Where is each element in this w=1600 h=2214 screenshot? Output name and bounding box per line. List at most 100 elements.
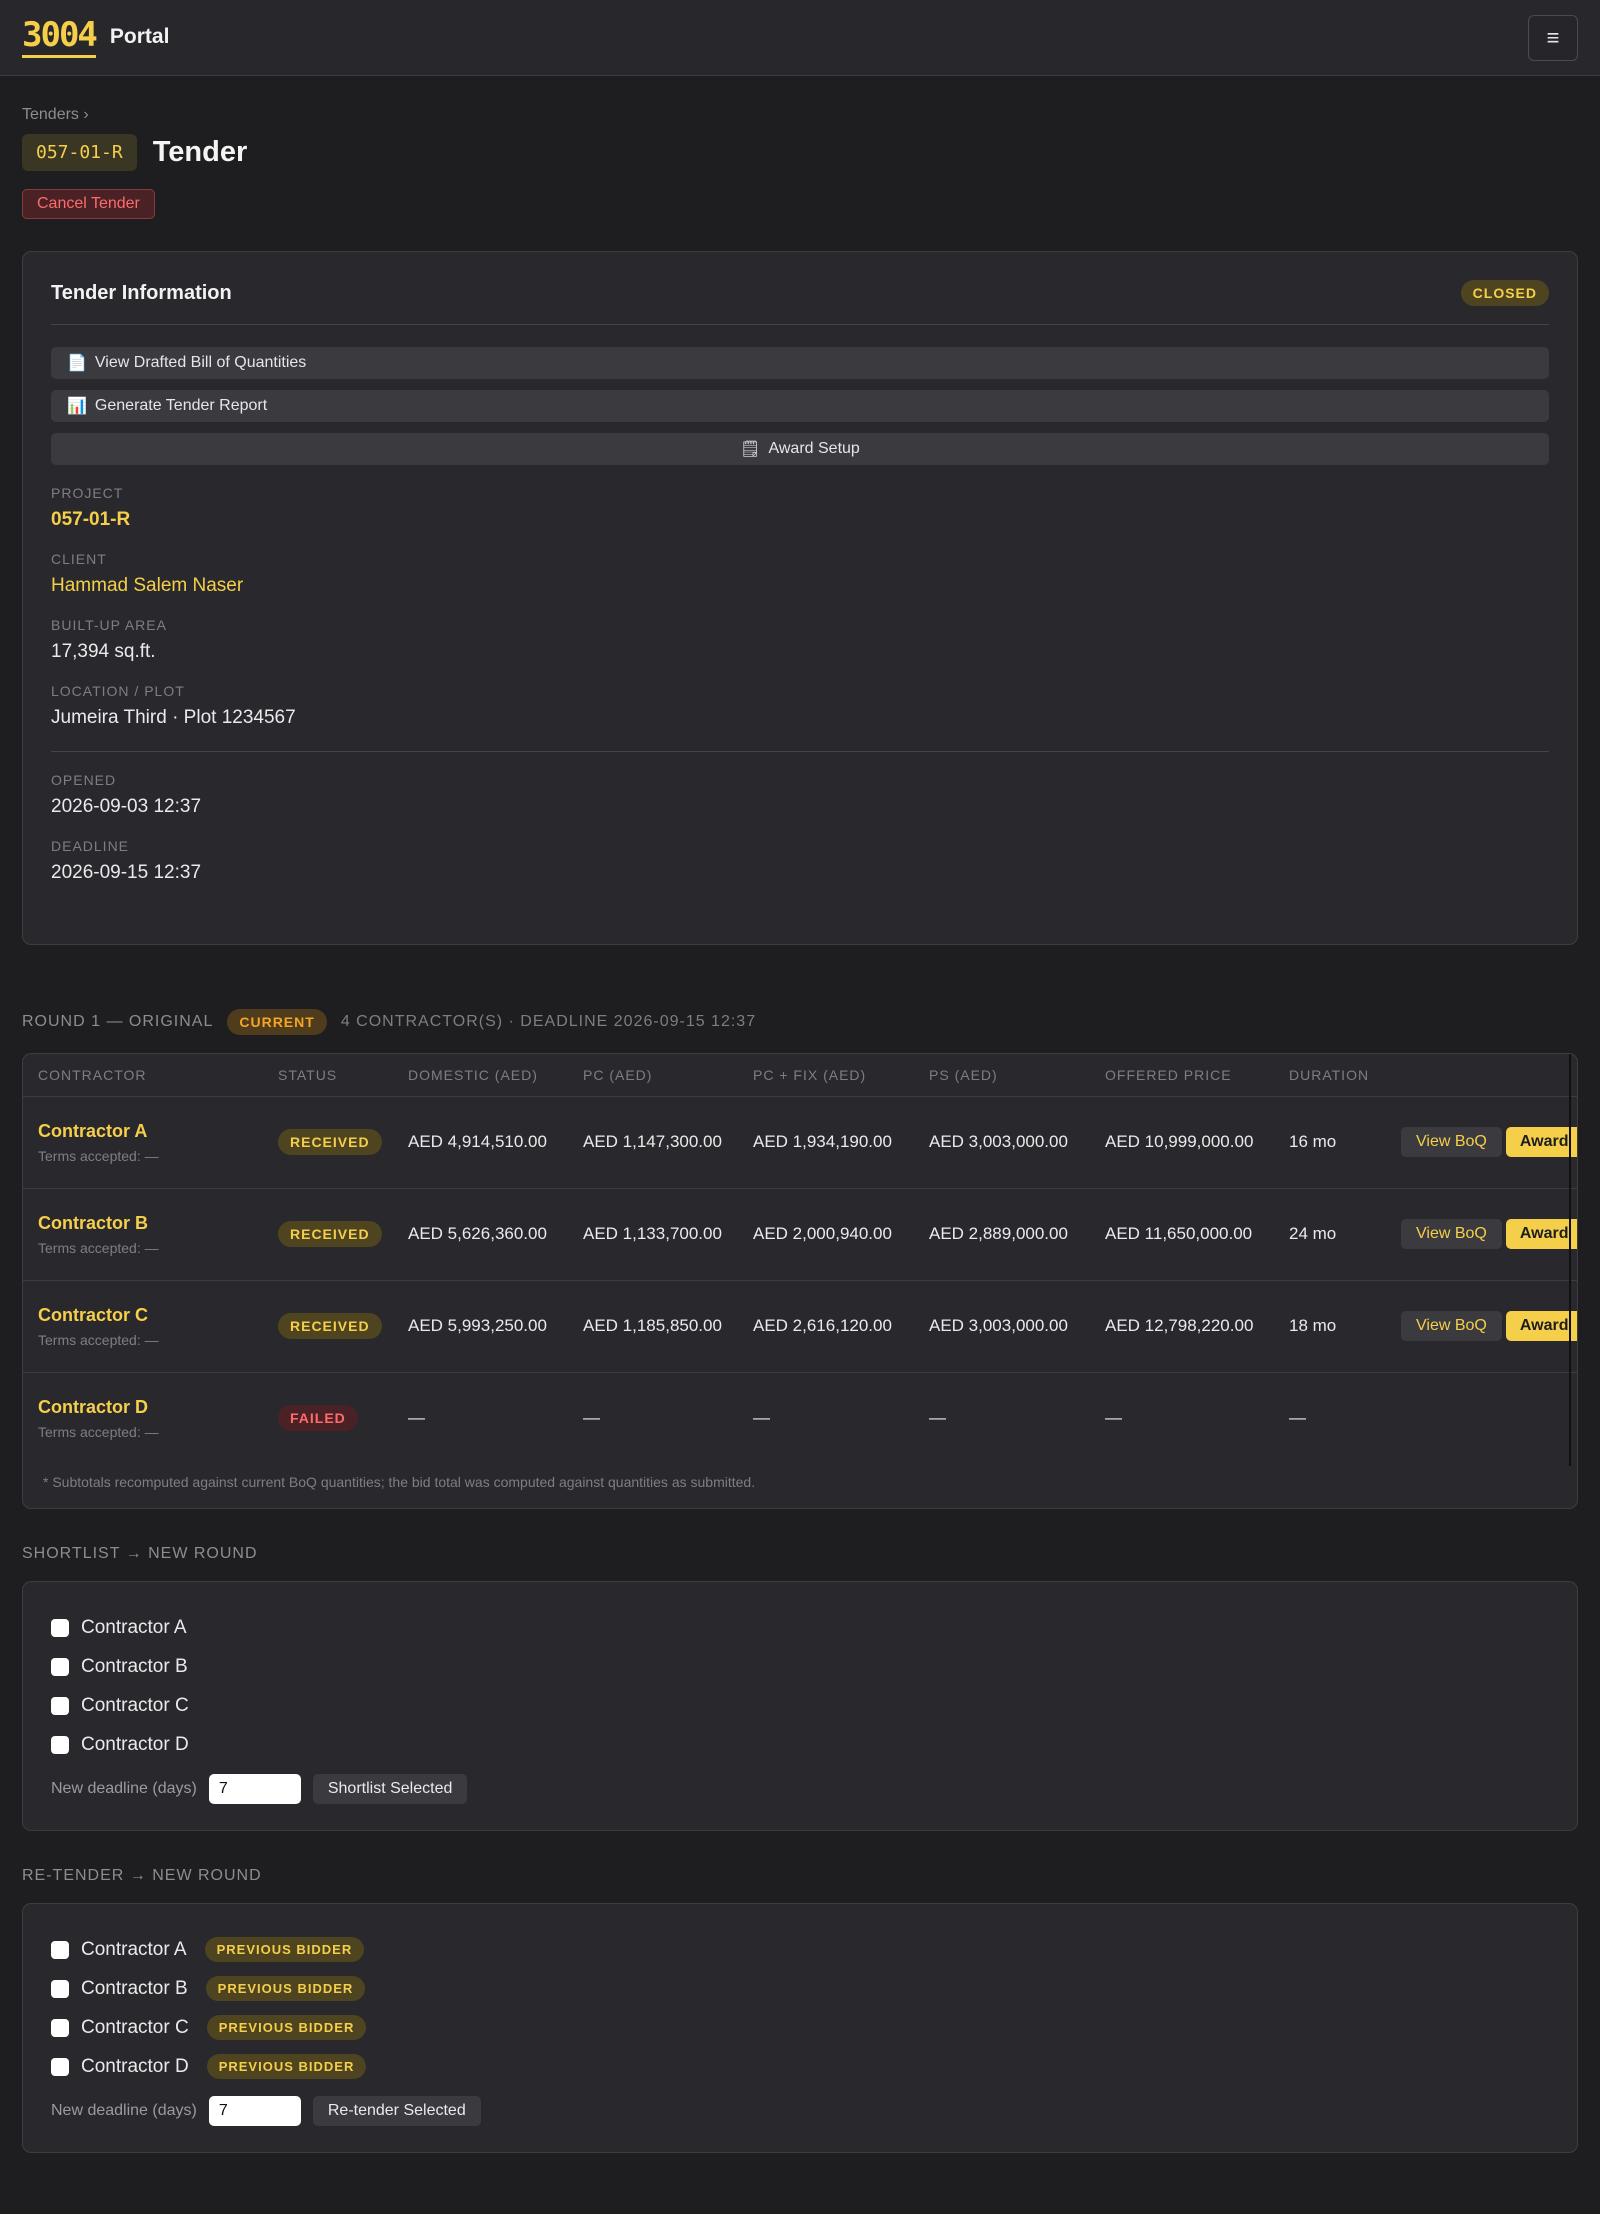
checkbox[interactable]: [51, 1696, 69, 1715]
round-meta: 4 CONTRACTOR(S) · DEADLINE 2026-09-15 12…: [340, 1013, 757, 1030]
bids-table-card: CONTRACTOR STATUS DOMESTIC (AED) PC (AED…: [22, 1053, 1578, 1509]
award-button[interactable]: Award: [1505, 1127, 1577, 1157]
checkbox[interactable]: [51, 2018, 69, 2037]
col-ps: PS (AED): [914, 1054, 1090, 1097]
checkbox[interactable]: [51, 1979, 69, 1998]
table-row: Contractor A Terms accepted: — RECEIVED A…: [23, 1096, 1577, 1189]
view-boq-button[interactable]: View BoQ: [1401, 1127, 1502, 1157]
tender-code: 057-01-R: [22, 134, 137, 171]
cancel-tender-button[interactable]: Cancel Tender: [22, 189, 155, 219]
checkbox[interactable]: [51, 1940, 69, 1959]
top-bar: 3004 Portal ≡: [0, 0, 1600, 76]
menu-button[interactable]: ≡: [1528, 14, 1578, 61]
col-pc: PC (AED): [568, 1054, 738, 1097]
deadline-days-input[interactable]: 7: [208, 1774, 301, 1804]
contractor-name[interactable]: Contractor A: [38, 1121, 263, 1142]
contractor-name[interactable]: Contractor C: [38, 1305, 263, 1326]
opened-label: OPENED: [51, 772, 117, 788]
current-badge: CURRENT: [227, 1009, 327, 1035]
shortlist-option[interactable]: Contractor D: [51, 1725, 1549, 1764]
offered-cell: —: [1105, 1408, 1122, 1428]
option-label: Contractor C: [81, 1694, 189, 1716]
col-domestic: DOMESTIC (AED): [393, 1054, 568, 1097]
shortlist-option[interactable]: Contractor A: [51, 1608, 1549, 1647]
action-label: Generate Tender Report: [94, 397, 268, 414]
option-label: Contractor D: [81, 1733, 189, 1755]
tender-information-card: Tender Information CLOSED 📄 View Drafted…: [22, 251, 1578, 945]
domestic-cell: AED 5,626,360.00: [393, 1188, 568, 1281]
retender-option[interactable]: Contractor A PREVIOUS BIDDER: [51, 1930, 1549, 1969]
pc-fix-cell: AED 1,934,190.00: [738, 1096, 914, 1189]
brand[interactable]: 3004 Portal: [22, 16, 169, 58]
shortlist-option[interactable]: Contractor C: [51, 1686, 1549, 1725]
duration-cell: 18 mo: [1274, 1280, 1386, 1373]
offered-cell: AED 11,650,000.00: [1090, 1188, 1274, 1281]
brand-logo: 3004: [22, 16, 98, 58]
terms-text: Terms accepted: —: [38, 1331, 159, 1348]
previous-bidder-badge: PREVIOUS BIDDER: [204, 1937, 365, 1962]
table-row: Contractor D Terms accepted: — FAILED — —…: [23, 1372, 1577, 1464]
shortlist-selected-button[interactable]: Shortlist Selected: [312, 1774, 468, 1804]
action-label: View Drafted Bill of Quantities: [94, 354, 307, 371]
retender-option[interactable]: Contractor C PREVIOUS BIDDER: [51, 2008, 1549, 2047]
col-pc-fix: PC + FIX (AED): [738, 1054, 914, 1097]
col-duration: DURATION: [1274, 1054, 1386, 1097]
contractor-name[interactable]: Contractor B: [38, 1213, 263, 1234]
checkbox[interactable]: [51, 1735, 69, 1754]
view-boq-button[interactable]: View BoQ: [1401, 1311, 1502, 1341]
terms-text: Terms accepted: —: [38, 1239, 159, 1256]
col-actions: [1386, 1054, 1577, 1097]
page-title: Tender: [152, 136, 248, 168]
retender-option[interactable]: Contractor D PREVIOUS BIDDER: [51, 2047, 1549, 2086]
retender-card: Contractor A PREVIOUS BIDDER Contractor B…: [22, 1903, 1578, 2153]
area-label: BUILT-UP AREA: [51, 617, 167, 633]
checkbox[interactable]: [51, 1618, 69, 1637]
view-boq-button[interactable]: 📄 View Drafted Bill of Quantities: [51, 347, 1549, 379]
shortlist-option[interactable]: Contractor B: [51, 1647, 1549, 1686]
duration-cell: 16 mo: [1274, 1096, 1386, 1189]
terms-text: Terms accepted: —: [38, 1423, 159, 1440]
checkbox[interactable]: [51, 1657, 69, 1676]
option-label: Contractor D: [81, 2055, 189, 2077]
status-badge: FAILED: [278, 1405, 358, 1432]
offered-cell: AED 10,999,000.00: [1090, 1096, 1274, 1189]
generate-report-button[interactable]: 📊 Generate Tender Report: [51, 390, 1549, 422]
retender-option[interactable]: Contractor B PREVIOUS BIDDER: [51, 1969, 1549, 2008]
divider: [51, 751, 1549, 752]
client-value[interactable]: Hammad Salem Naser: [51, 575, 1549, 597]
award-button[interactable]: Award: [1505, 1311, 1577, 1341]
terms-text: Terms accepted: —: [38, 1147, 159, 1164]
scroll-divider[interactable]: [1569, 1054, 1571, 1466]
domestic-cell: —: [408, 1408, 425, 1428]
deadline-value: 2026-09-15 12:37: [51, 862, 202, 883]
previous-bidder-badge: PREVIOUS BIDDER: [205, 1976, 366, 2001]
table-row: Contractor C Terms accepted: — RECEIVED A…: [23, 1280, 1577, 1373]
checkbox[interactable]: [51, 2057, 69, 2076]
award-button[interactable]: Award: [1505, 1219, 1577, 1249]
offered-cell: AED 12,798,220.00: [1090, 1280, 1274, 1373]
pc-cell: AED 1,133,700.00: [568, 1188, 738, 1281]
card-title: Tender Information: [51, 281, 232, 304]
status-badge: CLOSED: [1460, 280, 1549, 306]
deadline-days-input[interactable]: 7: [208, 2096, 301, 2126]
breadcrumb[interactable]: Tenders ›: [22, 106, 1578, 124]
previous-bidder-badge: PREVIOUS BIDDER: [206, 2054, 367, 2079]
deadline-days-label: New deadline (days): [51, 1780, 197, 1797]
view-boq-button[interactable]: View BoQ: [1401, 1219, 1502, 1249]
deadline-days-label: New deadline (days): [51, 2102, 197, 2119]
table-row: Contractor B Terms accepted: — RECEIVED A…: [23, 1188, 1577, 1281]
project-label: PROJECT: [51, 485, 124, 501]
contractor-name[interactable]: Contractor D: [38, 1397, 263, 1418]
pc-fix-cell: —: [753, 1408, 770, 1428]
ps-cell: AED 2,889,000.00: [914, 1188, 1090, 1281]
duration-cell: 24 mo: [1274, 1188, 1386, 1281]
shortlist-title: SHORTLIST → NEW ROUND: [22, 1545, 258, 1562]
round-title: ROUND 1 — ORIGINAL: [22, 1013, 214, 1030]
action-label: Award Setup: [768, 440, 860, 457]
retender-selected-button[interactable]: Re-tender Selected: [312, 2096, 481, 2126]
pc-cell: —: [583, 1408, 600, 1428]
option-label: Contractor B: [81, 1977, 188, 1999]
award-setup-button[interactable]: 🗒 Award Setup: [51, 433, 1549, 465]
project-value[interactable]: 057-01-R: [51, 509, 1549, 531]
previous-bidder-badge: PREVIOUS BIDDER: [206, 2015, 367, 2040]
